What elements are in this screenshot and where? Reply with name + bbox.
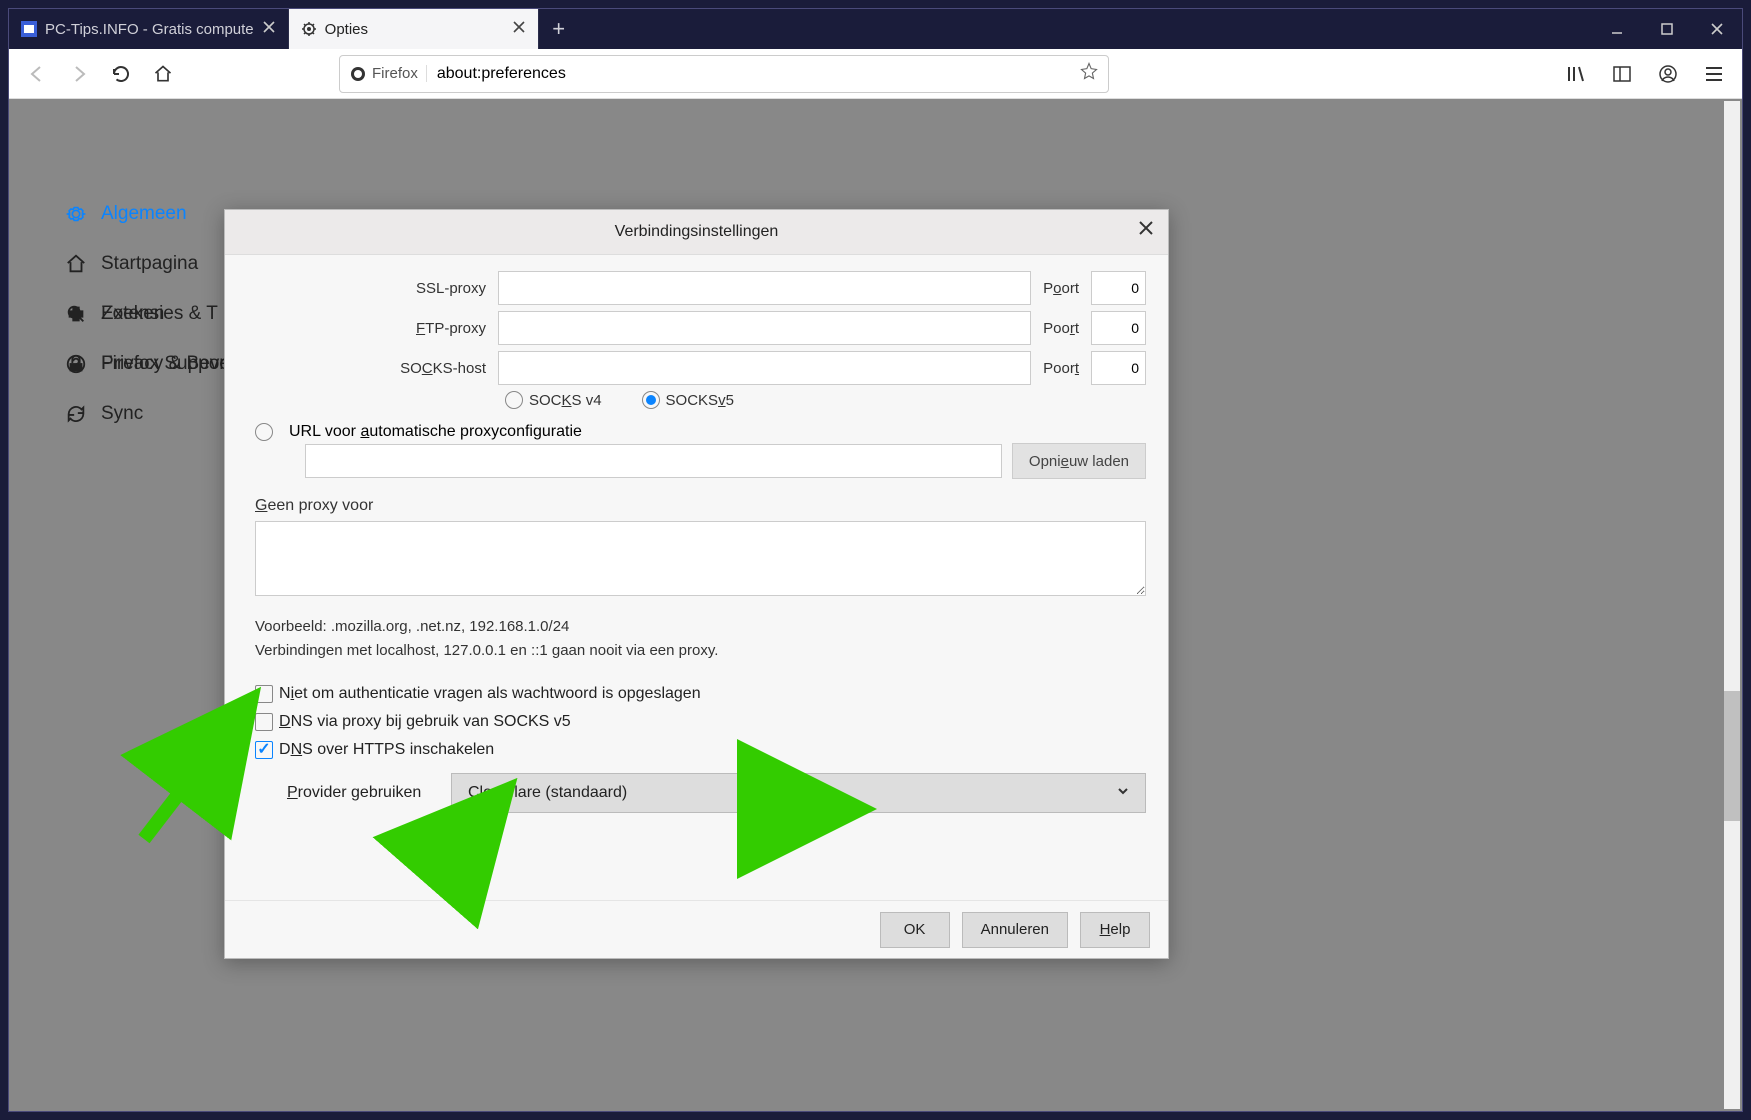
home-icon xyxy=(65,253,87,275)
dialog-footer: OK Annuleren Help xyxy=(225,900,1168,958)
reload-button[interactable]: Opnieuw laden xyxy=(1012,443,1146,479)
auto-config-field-row: Opnieuw laden xyxy=(305,443,1146,479)
cancel-button[interactable]: Annuleren xyxy=(962,912,1068,948)
minimize-button[interactable] xyxy=(1592,9,1642,49)
provider-value: Cloudflare (standaard) xyxy=(468,784,627,802)
socks-port-label: Poort xyxy=(1039,360,1083,377)
checkbox-label: Niet om authenticatie vragen als wachtwo… xyxy=(279,685,701,703)
sidebar-label: Algemeen xyxy=(101,203,187,225)
content-area: Algemeen Startpagina Zoeken Privacy & Be… xyxy=(9,99,1742,1111)
socks-host-row: SOCKS-host Poort xyxy=(375,351,1146,385)
help-button[interactable]: Help xyxy=(1080,912,1150,948)
toolbar: Firefox xyxy=(9,49,1742,99)
dns-https-checkbox[interactable] xyxy=(255,741,273,759)
new-tab-button[interactable]: + xyxy=(539,9,579,49)
ftp-proxy-row: FTP-proxy Poort xyxy=(375,311,1146,345)
ftp-port-label: Poort xyxy=(1039,320,1083,337)
library-button[interactable] xyxy=(1560,58,1592,90)
tab-2-active[interactable]: Opties xyxy=(289,9,539,49)
identity-box[interactable]: Firefox xyxy=(350,65,427,82)
sidebar-item-support[interactable]: Firefox Support xyxy=(65,339,231,389)
gear-icon xyxy=(65,203,87,225)
help-icon xyxy=(65,353,87,375)
close-window-button[interactable] xyxy=(1692,9,1742,49)
settings-favicon xyxy=(301,21,317,37)
no-auth-checkbox[interactable] xyxy=(255,685,273,703)
socks-host-input[interactable] xyxy=(498,351,1031,385)
menu-button[interactable] xyxy=(1698,58,1730,90)
socks-version-group: SOCKS v4 SOCKS v5 xyxy=(505,391,1146,409)
site-favicon xyxy=(21,21,37,37)
sync-icon xyxy=(65,403,87,425)
sidebar-label: Sync xyxy=(101,403,143,425)
sidebar-item-extensions[interactable]: Extensies & T xyxy=(65,289,231,339)
toolbar-right xyxy=(1560,58,1730,90)
sidebar-label: Firefox Support xyxy=(101,353,231,375)
account-button[interactable] xyxy=(1652,58,1684,90)
dialog-body: SSL-proxy Poort FTP-proxy Poort xyxy=(225,255,1168,900)
url-bar[interactable]: Firefox xyxy=(339,55,1109,93)
checkbox-label: DNS via proxy bij gebruik van SOCKS v5 xyxy=(279,713,571,731)
auto-config-url-input[interactable] xyxy=(305,444,1002,478)
maximize-button[interactable] xyxy=(1642,9,1692,49)
tab-title: PC-Tips.INFO - Gratis compute xyxy=(45,21,254,38)
window-controls xyxy=(1592,9,1742,49)
auto-config-radio[interactable] xyxy=(255,423,273,441)
provider-select[interactable]: Cloudflare (standaard) xyxy=(451,773,1146,813)
identity-label: Firefox xyxy=(372,65,418,82)
checkbox-label: DNS over HTTPS inschakelen xyxy=(279,741,494,759)
forward-button[interactable] xyxy=(63,58,95,90)
sidebar-button[interactable] xyxy=(1606,58,1638,90)
puzzle-icon xyxy=(65,303,87,325)
connection-settings-dialog: Verbindingsinstellingen SSL-proxy Poort xyxy=(224,209,1169,959)
auto-config-radio-row: URL voor automatische proxyconfiguratie xyxy=(255,423,1146,441)
titlebar: PC-Tips.INFO - Gratis compute Opties + xyxy=(9,9,1742,49)
no-proxy-textarea[interactable] xyxy=(255,521,1146,596)
ok-button[interactable]: OK xyxy=(880,912,950,948)
ssl-label: SSL-proxy xyxy=(375,280,490,297)
no-proxy-label: Geen proxy voor xyxy=(255,497,1146,515)
ftp-port-input[interactable] xyxy=(1091,311,1146,345)
socks-v4-radio[interactable]: SOCKS v4 xyxy=(505,391,602,409)
info-text: Voorbeeld: .mozilla.org, .net.nz, 192.16… xyxy=(255,615,1146,663)
socks-port-input[interactable] xyxy=(1091,351,1146,385)
firefox-icon xyxy=(350,66,366,82)
sidebar-label: Startpagina xyxy=(101,253,198,275)
close-tab-icon[interactable] xyxy=(512,20,526,38)
provider-label: Provider gebruiken xyxy=(287,784,437,802)
tab-title: Opties xyxy=(325,21,504,38)
ssl-proxy-row: SSL-proxy Poort xyxy=(375,271,1146,305)
back-button[interactable] xyxy=(21,58,53,90)
dialog-title: Verbindingsinstellingen xyxy=(615,223,779,241)
socks-v5-radio[interactable]: SOCKS v5 xyxy=(642,391,734,409)
dns-socks-checkbox-row[interactable]: DNS via proxy bij gebruik van SOCKS v5 xyxy=(255,713,1146,731)
home-button[interactable] xyxy=(147,58,179,90)
reload-button[interactable] xyxy=(105,58,137,90)
ssl-port-input[interactable] xyxy=(1091,271,1146,305)
ftp-label: FTP-proxy xyxy=(375,320,490,337)
dialog-close-button[interactable] xyxy=(1138,220,1154,241)
tab-1[interactable]: PC-Tips.INFO - Gratis compute xyxy=(9,9,289,49)
url-input[interactable] xyxy=(437,65,1070,83)
sidebar-label: Extensies & T xyxy=(101,303,218,325)
ssl-port-label: Poort xyxy=(1039,280,1083,297)
dialog-scroll[interactable]: SSL-proxy Poort FTP-proxy Poort xyxy=(225,255,1168,900)
browser-window: PC-Tips.INFO - Gratis compute Opties + xyxy=(8,8,1743,1112)
bookmark-star-icon[interactable] xyxy=(1080,62,1098,85)
socks-label: SOCKS-host xyxy=(375,360,490,377)
dns-socks-checkbox[interactable] xyxy=(255,713,273,731)
ssl-proxy-input[interactable] xyxy=(498,271,1031,305)
scrollbar-thumb[interactable] xyxy=(1724,691,1740,821)
dialog-header: Verbindingsinstellingen xyxy=(225,210,1168,255)
close-tab-icon[interactable] xyxy=(262,20,276,38)
auto-config-label: URL voor automatische proxyconfiguratie xyxy=(289,423,582,441)
chevron-down-icon xyxy=(1117,784,1129,802)
dns-https-checkbox-row[interactable]: DNS over HTTPS inschakelen xyxy=(255,741,1146,759)
ftp-proxy-input[interactable] xyxy=(498,311,1031,345)
provider-row: Provider gebruiken Cloudflare (standaard… xyxy=(255,773,1146,813)
no-auth-checkbox-row[interactable]: Niet om authenticatie vragen als wachtwo… xyxy=(255,685,1146,703)
content-scrollbar[interactable] xyxy=(1724,101,1740,1109)
